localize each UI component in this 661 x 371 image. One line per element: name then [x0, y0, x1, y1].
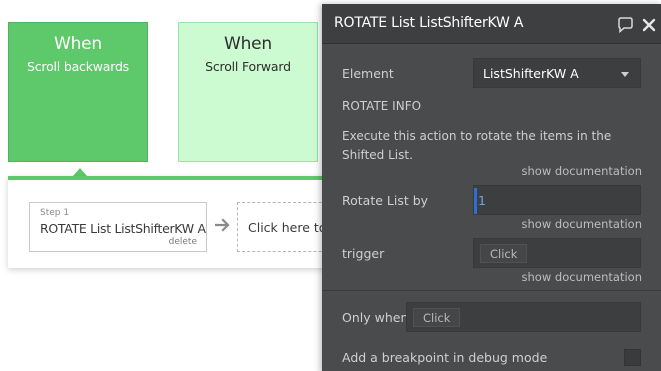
panel-title: ROTATE List ListShifterKW A	[334, 15, 524, 31]
workflow-editor: When Scroll backwards When Scroll Forwar…	[0, 0, 661, 371]
chevron-down-icon	[621, 72, 629, 77]
only-when-input[interactable]: Click	[406, 302, 641, 332]
close-icon[interactable]	[640, 16, 658, 34]
text-cursor	[474, 188, 477, 214]
breakpoint-checkbox[interactable]	[624, 349, 641, 366]
trigger-label: trigger	[342, 246, 385, 261]
comment-icon[interactable]	[616, 16, 634, 34]
arrow-right-icon	[215, 218, 230, 232]
only-when-click-chip[interactable]: Click	[413, 308, 461, 327]
event-name: Scroll Forward	[205, 59, 291, 74]
workflow-steps-strip: Step 1 ROTATE List ListShifterKW A delet…	[8, 176, 347, 268]
show-documentation-link[interactable]: show documentation	[522, 164, 642, 178]
breakpoint-label: Add a breakpoint in debug mode	[342, 350, 548, 365]
step-number: Step 1	[40, 208, 70, 218]
show-documentation-link[interactable]: show documentation	[522, 270, 642, 284]
panel-header: ROTATE List ListShifterKW A	[322, 4, 661, 44]
element-dropdown[interactable]: ListShifterKW A	[473, 58, 641, 88]
element-selected-value: ListShifterKW A	[483, 66, 579, 81]
event-when-label: When	[53, 34, 103, 54]
event-name: Scroll backwards	[27, 59, 129, 74]
rotate-list-by-input[interactable]: 1	[473, 185, 641, 215]
trigger-input[interactable]: Click	[473, 238, 641, 268]
step-card[interactable]: Step 1 ROTATE List ListShifterKW A delet…	[29, 202, 207, 252]
element-label: Element	[342, 66, 394, 81]
section-title: ROTATE INFO	[342, 99, 422, 113]
rotate-list-by-label: Rotate List by	[342, 193, 429, 208]
only-when-label: Only when	[342, 310, 409, 325]
action-description: Execute this action to rotate the items …	[342, 129, 612, 162]
selected-event-pointer	[73, 168, 87, 176]
event-card-scroll-backwards[interactable]: When Scroll backwards	[8, 22, 148, 162]
event-when-label: When	[223, 34, 273, 54]
action-property-editor: ROTATE List ListShifterKW A Element List…	[322, 4, 661, 371]
show-documentation-link[interactable]: show documentation	[522, 217, 642, 231]
event-card-scroll-forward[interactable]: When Scroll Forward	[178, 22, 318, 162]
section-divider	[322, 290, 661, 291]
trigger-click-chip[interactable]: Click	[480, 244, 528, 263]
step-delete-link[interactable]: delete	[169, 237, 197, 247]
step-title: ROTATE List ListShifterKW A	[40, 221, 206, 236]
rotate-list-by-value: 1	[478, 193, 486, 208]
